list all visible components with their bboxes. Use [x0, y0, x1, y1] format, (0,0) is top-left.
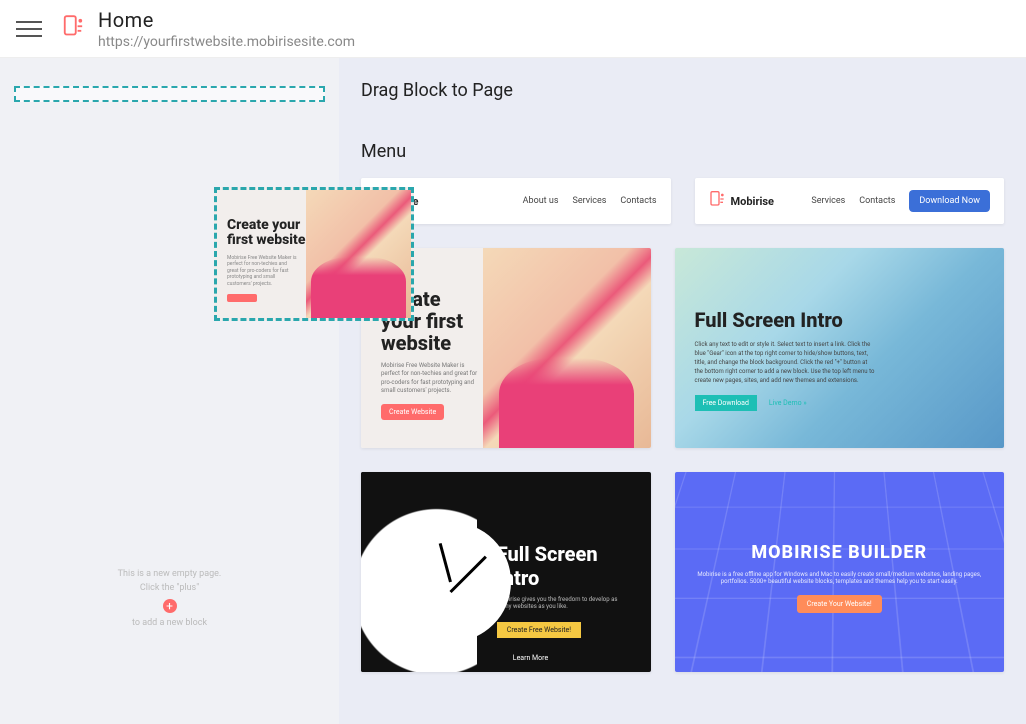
mobirise-logo-icon: [62, 15, 84, 43]
dark-title: Full Screen Intro: [497, 542, 631, 590]
page-url: https://yourfirstwebsite.mobirisesite.co…: [98, 34, 355, 50]
brand-label: Mobirise: [731, 195, 774, 208]
hero-button: Create Website: [381, 404, 444, 420]
blocks-panel: Drag Block to Page Menu Mobirise About u…: [339, 58, 1026, 724]
dark-button-primary: Create Free Website!: [497, 622, 581, 638]
menu-icon[interactable]: [0, 21, 58, 37]
nav-link: Services: [572, 196, 606, 206]
download-button: Download Now: [909, 190, 990, 212]
page-title: Home: [98, 8, 355, 32]
panel-body[interactable]: Menu Mobirise About us Services Contacts: [339, 117, 1026, 724]
drop-target[interactable]: [14, 86, 325, 102]
block-fullscreen-intro-gradient[interactable]: Full Screen Intro Click any text to edit…: [675, 248, 1005, 448]
blue-button: Create Your Website!: [797, 595, 882, 613]
dark-button-secondary: Learn More: [503, 650, 558, 666]
fsi-button-secondary: Live Demo »: [761, 395, 815, 411]
blue-desc: Mobirise is a free offline app for Windo…: [695, 571, 985, 585]
nav-link: About us: [523, 196, 559, 206]
panel-title: Drag Block to Page: [339, 58, 1026, 117]
blue-title: MOBIRISE BUILDER: [695, 542, 985, 563]
section-title-menu: Menu: [361, 141, 1004, 162]
drag-button: [227, 294, 257, 302]
nav-link: Services: [811, 196, 845, 206]
app-header: Home https://yourfirstwebsite.mobirisesi…: [0, 0, 1026, 58]
dark-desc: Mobirise gives you the freedom to develo…: [497, 596, 631, 610]
fsi-desc: Click any text to edit or style it. Sele…: [695, 340, 875, 385]
drag-image: [306, 190, 411, 318]
page-canvas[interactable]: This is a new empty page. Click the "plu…: [0, 58, 339, 724]
block-fullscreen-intro-dark[interactable]: Full Screen Intro Mobirise gives you the…: [361, 472, 651, 672]
drag-desc: Mobirise Free Website Maker is perfect f…: [227, 255, 297, 288]
fsi-button-primary: Free Download: [695, 395, 757, 411]
dragging-block-preview[interactable]: Create your first website Mobirise Free …: [214, 187, 414, 321]
plus-icon[interactable]: +: [163, 599, 177, 613]
drag-title: Create your first website: [227, 218, 306, 249]
hero-desc: Mobirise Free Website Maker is perfect f…: [381, 362, 483, 396]
nav-link: Contacts: [859, 196, 895, 206]
block-menu-logo-button[interactable]: Mobirise Services Contacts Download Now: [695, 178, 1005, 224]
nav-link: Contacts: [620, 196, 656, 206]
empty-line: Click the "plus": [0, 582, 339, 596]
mobirise-logo-icon: [709, 191, 725, 211]
hero-image: [483, 248, 651, 448]
clock-image: [361, 472, 477, 672]
fsi-title: Full Screen Intro: [695, 308, 985, 332]
block-mobirise-builder[interactable]: MOBIRISE BUILDER Mobirise is a free offl…: [675, 472, 1005, 672]
page-info: Home https://yourfirstwebsite.mobirisesi…: [98, 8, 355, 50]
empty-page-message: This is a new empty page. Click the "plu…: [0, 568, 339, 631]
empty-line: This is a new empty page.: [0, 568, 339, 582]
empty-line: to add a new block: [0, 617, 339, 631]
